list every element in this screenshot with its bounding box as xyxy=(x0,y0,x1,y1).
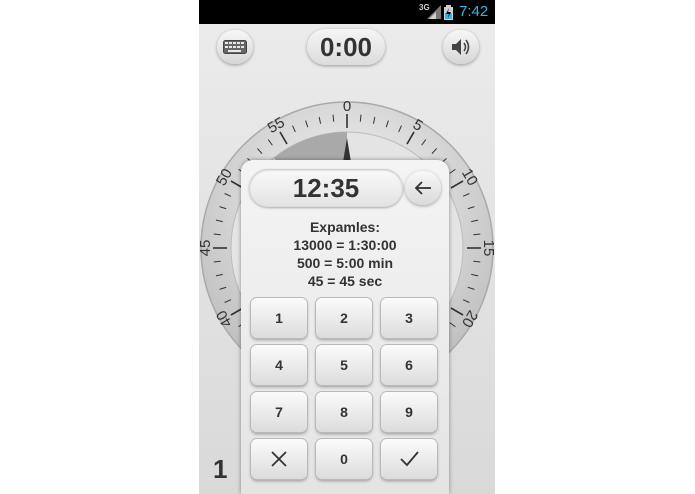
key-9[interactable]: 9 xyxy=(381,392,437,432)
signal-icon xyxy=(427,5,441,19)
status-time: 7:42 xyxy=(459,3,489,20)
clear-button[interactable] xyxy=(251,439,307,479)
close-icon xyxy=(271,451,287,467)
app-screen: 3G 7:42 0:00 0 5 10 15 20 40 45 50 55 1 … xyxy=(199,0,495,494)
time-input-dialog: 12:35 Expamles: 13000 = 1:30:00 500 = 5:… xyxy=(241,160,449,494)
examples-text: Expamles: 13000 = 1:30:00 500 = 5:00 min… xyxy=(241,218,449,290)
sound-button[interactable] xyxy=(443,30,479,64)
timer-display[interactable]: 0:00 xyxy=(307,29,385,65)
key-6[interactable]: 6 xyxy=(381,345,437,385)
keyboard-button[interactable] xyxy=(217,30,253,64)
back-arrow-icon xyxy=(414,181,431,195)
confirm-button[interactable] xyxy=(381,439,437,479)
example-line: 45 = 45 sec xyxy=(307,273,383,289)
dial-label: 45 xyxy=(199,240,214,257)
key-1[interactable]: 1 xyxy=(251,298,307,338)
time-input-field[interactable]: 12:35 xyxy=(249,169,403,207)
backspace-button[interactable] xyxy=(405,171,441,205)
key-2[interactable]: 2 xyxy=(316,298,372,338)
dial-label: 0 xyxy=(343,100,351,115)
key-8[interactable]: 8 xyxy=(316,392,372,432)
keyboard-icon xyxy=(223,40,247,54)
key-5[interactable]: 5 xyxy=(316,345,372,385)
check-icon xyxy=(400,451,419,467)
status-bar: 3G 7:42 xyxy=(199,0,495,24)
examples-heading: Expamles: xyxy=(309,219,381,235)
speaker-icon xyxy=(452,39,470,55)
key-0[interactable]: 0 xyxy=(316,439,372,479)
dial-label: 15 xyxy=(480,240,495,257)
battery-icon xyxy=(444,5,453,20)
key-7[interactable]: 7 xyxy=(251,392,307,432)
example-line: 500 = 5:00 min xyxy=(296,255,394,271)
bottom-count: 1 xyxy=(213,454,228,484)
key-4[interactable]: 4 xyxy=(251,345,307,385)
example-line: 13000 = 1:30:00 xyxy=(293,237,397,253)
key-3[interactable]: 3 xyxy=(381,298,437,338)
